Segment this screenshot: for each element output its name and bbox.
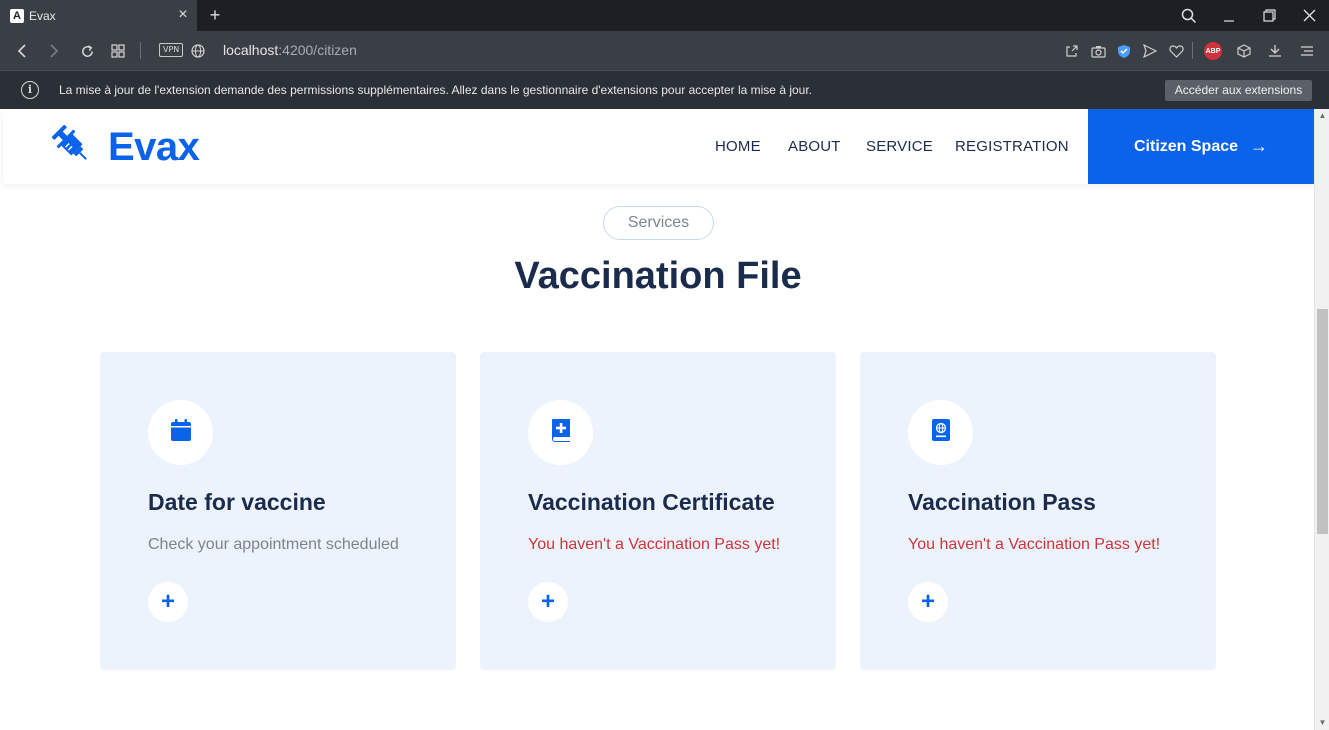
extension-permission-infobar: i La mise à jour de l'extension demande … xyxy=(0,70,1329,109)
url-path: :4200/citizen xyxy=(278,42,357,58)
card-description: You haven't a Vaccination Pass yet! xyxy=(528,536,781,553)
back-arrow-icon[interactable] xyxy=(11,40,33,62)
page-viewport: Evax HOME ABOUT SERVICE REGISTRATION Cit… xyxy=(0,109,1329,730)
card-icon-circle xyxy=(528,400,593,465)
card-date-for-vaccine: Date for vaccine Check your appointment … xyxy=(100,352,456,670)
card-icon-circle xyxy=(148,400,213,465)
share-icon[interactable] xyxy=(1062,41,1082,61)
section-title: Vaccination File xyxy=(514,255,802,297)
syringe-icon xyxy=(50,123,94,172)
cube-extension-icon[interactable] xyxy=(1234,41,1254,61)
vpn-badge[interactable]: VPN xyxy=(159,43,184,57)
card-title: Date for vaccine xyxy=(148,489,326,515)
citizen-space-label: Citizen Space xyxy=(1133,137,1239,155)
close-tab-icon[interactable]: × xyxy=(175,7,191,23)
scroll-up-arrow-icon[interactable]: ▲ xyxy=(1315,109,1329,123)
page-scrollbar[interactable]: ▲ ▼ xyxy=(1314,109,1329,730)
card-title: Vaccination Pass xyxy=(908,489,1096,515)
shield-check-icon[interactable] xyxy=(1114,41,1134,61)
toolbar-divider xyxy=(140,42,141,59)
forward-arrow-icon[interactable] xyxy=(43,40,65,62)
toolbar-divider xyxy=(1192,42,1193,59)
easy-setup-menu-icon[interactable] xyxy=(1297,41,1317,61)
site-header: Evax HOME ABOUT SERVICE REGISTRATION Cit… xyxy=(3,109,1314,184)
card-vaccination-pass: Vaccination Pass You haven't a Vaccinati… xyxy=(860,352,1216,670)
speed-dial-grid-icon[interactable] xyxy=(107,40,129,62)
send-icon[interactable] xyxy=(1140,41,1160,61)
card-icon-circle xyxy=(908,400,973,465)
camera-icon[interactable] xyxy=(1088,41,1108,61)
arrow-right-icon: → xyxy=(1250,136,1269,156)
infobar-message: La mise à jour de l'extension demande de… xyxy=(59,83,813,97)
close-window-button[interactable] xyxy=(1289,0,1329,31)
citizen-space-button[interactable]: Citizen Space → xyxy=(1088,109,1314,184)
new-tab-button[interactable]: + xyxy=(205,5,225,25)
scrollbar-thumb[interactable] xyxy=(1317,309,1328,534)
download-icon[interactable] xyxy=(1265,41,1285,61)
card-title: Vaccination Certificate xyxy=(528,489,775,515)
tab-title: Evax xyxy=(29,8,56,23)
reload-icon[interactable] xyxy=(76,40,98,62)
url-host: localhost xyxy=(223,42,279,58)
globe-icon[interactable] xyxy=(187,40,209,62)
add-appointment-button[interactable]: + xyxy=(148,582,188,622)
medical-book-icon xyxy=(551,418,571,447)
card-description: You haven't a Vaccination Pass yet! xyxy=(908,536,1161,553)
nav-registration[interactable]: REGISTRATION xyxy=(955,138,1069,155)
adblock-plus-icon[interactable]: ABP xyxy=(1203,41,1223,61)
site-logo[interactable]: Evax xyxy=(50,123,200,172)
restore-window-button[interactable] xyxy=(1249,0,1289,31)
nav-home[interactable]: HOME xyxy=(715,138,761,155)
minimize-window-button[interactable] xyxy=(1209,0,1249,31)
angular-favicon-icon: A xyxy=(10,8,24,23)
logo-text: Evax xyxy=(108,125,200,169)
nav-about[interactable]: ABOUT xyxy=(788,138,841,155)
browser-tab[interactable]: A Evax × xyxy=(0,0,197,31)
card-vaccination-certificate: Vaccination Certificate You haven't a Va… xyxy=(480,352,836,670)
scroll-down-arrow-icon[interactable]: ▼ xyxy=(1315,716,1329,730)
info-icon: i xyxy=(21,81,39,99)
add-certificate-button[interactable]: + xyxy=(528,582,568,622)
add-pass-button[interactable]: + xyxy=(908,582,948,622)
heart-icon[interactable] xyxy=(1166,41,1186,61)
browser-address-bar: VPN localhost:4200/citizen ABP xyxy=(0,31,1329,70)
url-field[interactable]: localhost:4200/citizen xyxy=(223,42,357,58)
search-tabs-icon[interactable] xyxy=(1169,0,1209,31)
calendar-icon xyxy=(170,418,192,447)
card-description: Check your appointment scheduled xyxy=(148,536,399,553)
passport-icon xyxy=(931,418,951,447)
nav-service[interactable]: SERVICE xyxy=(866,138,933,155)
section-pill: Services xyxy=(603,206,714,240)
open-extensions-button[interactable]: Accéder aux extensions xyxy=(1165,80,1312,101)
adblock-plus-badge: ABP xyxy=(1204,42,1222,60)
browser-tab-bar: A Evax × + xyxy=(0,0,1329,31)
